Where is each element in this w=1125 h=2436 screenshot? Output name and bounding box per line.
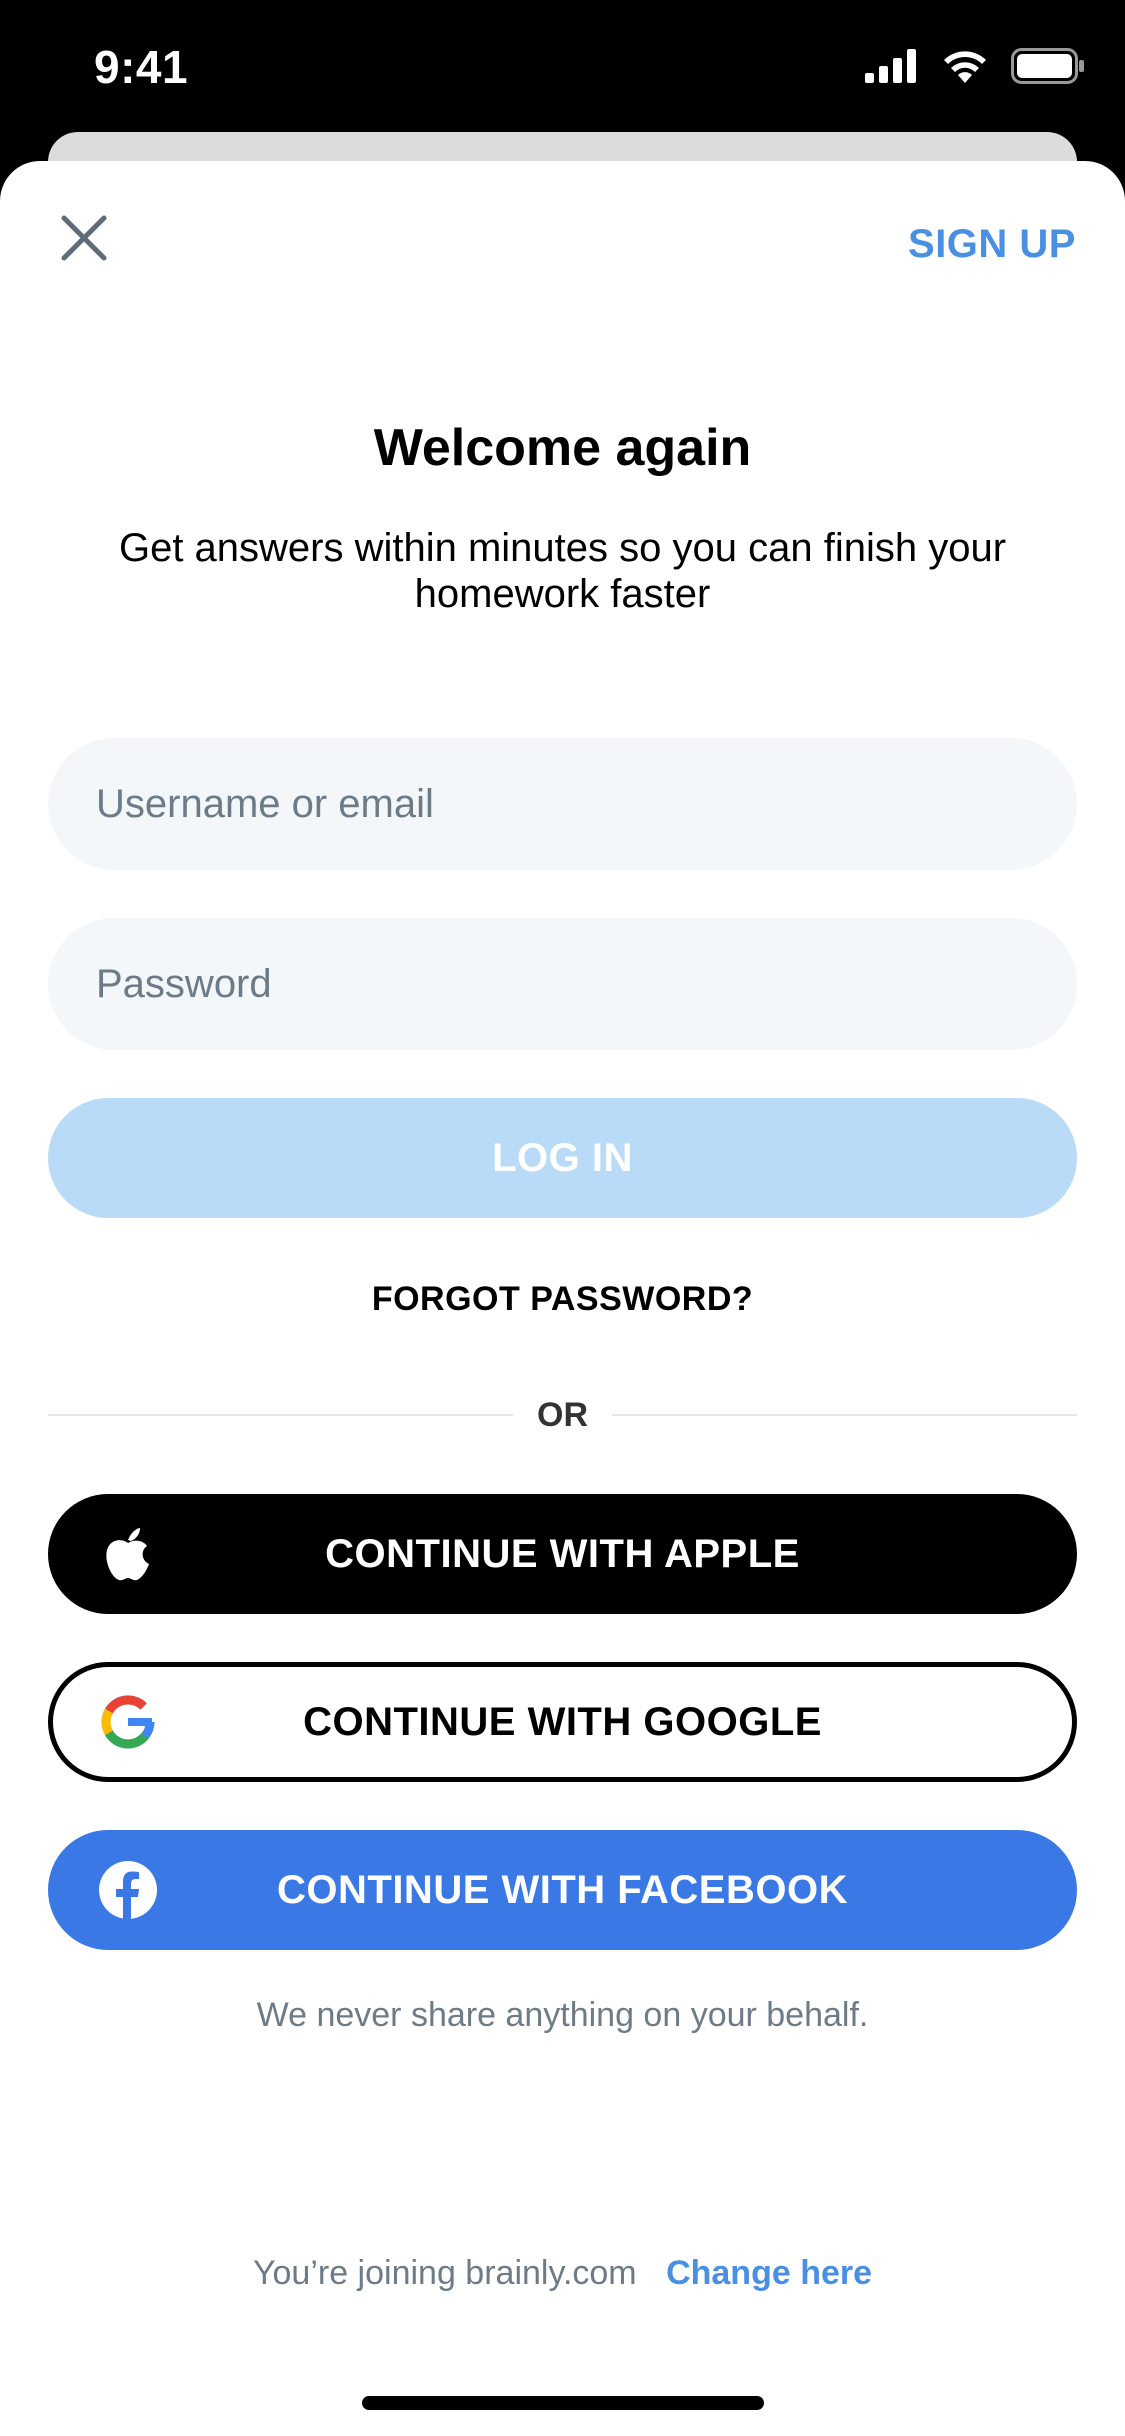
privacy-disclaimer: We never share anything on your behalf. xyxy=(256,1996,869,2034)
region-footer: You’re joining brainly.com Change here xyxy=(0,2254,1125,2293)
sign-up-link[interactable]: SIGN UP xyxy=(908,222,1076,267)
login-button[interactable]: LOG IN xyxy=(48,1098,1077,1218)
divider-line-right xyxy=(612,1414,1077,1416)
or-divider: OR xyxy=(48,1392,1077,1436)
close-button[interactable] xyxy=(50,206,118,274)
login-screen: 9:41 SIGN UP Welcome again Get answers w… xyxy=(0,0,1125,2436)
cellular-signal-icon xyxy=(865,49,919,88)
continue-with-facebook-button[interactable]: CONTINUE WITH FACEBOOK xyxy=(48,1830,1077,1950)
password-input[interactable] xyxy=(48,918,1077,1050)
google-icon xyxy=(98,1692,158,1752)
status-time: 9:41 xyxy=(94,41,189,93)
apple-icon xyxy=(98,1524,158,1584)
home-indicator xyxy=(362,2396,764,2410)
page-subtitle: Get answers within minutes so you can fi… xyxy=(118,526,1007,616)
joining-text: You’re joining brainly.com xyxy=(252,2254,637,2292)
apple-button-label: CONTINUE WITH APPLE xyxy=(325,1531,800,1576)
facebook-icon xyxy=(98,1860,158,1920)
status-icons xyxy=(865,48,1085,89)
wifi-icon xyxy=(941,49,989,88)
facebook-button-label: CONTINUE WITH FACEBOOK xyxy=(277,1867,848,1912)
status-bar: 9:41 xyxy=(0,0,1125,140)
google-button-label: CONTINUE WITH GOOGLE xyxy=(303,1699,822,1744)
continue-with-apple-button[interactable]: CONTINUE WITH APPLE xyxy=(48,1494,1077,1614)
close-icon xyxy=(60,214,108,267)
battery-icon xyxy=(1011,48,1085,89)
page-title: Welcome again xyxy=(373,419,752,477)
forgot-password-link[interactable]: FORGOT PASSWORD? xyxy=(0,1280,1125,1319)
change-region-link[interactable]: Change here xyxy=(666,2254,872,2292)
username-input[interactable] xyxy=(48,738,1077,870)
continue-with-google-button[interactable]: CONTINUE WITH GOOGLE xyxy=(48,1662,1077,1782)
